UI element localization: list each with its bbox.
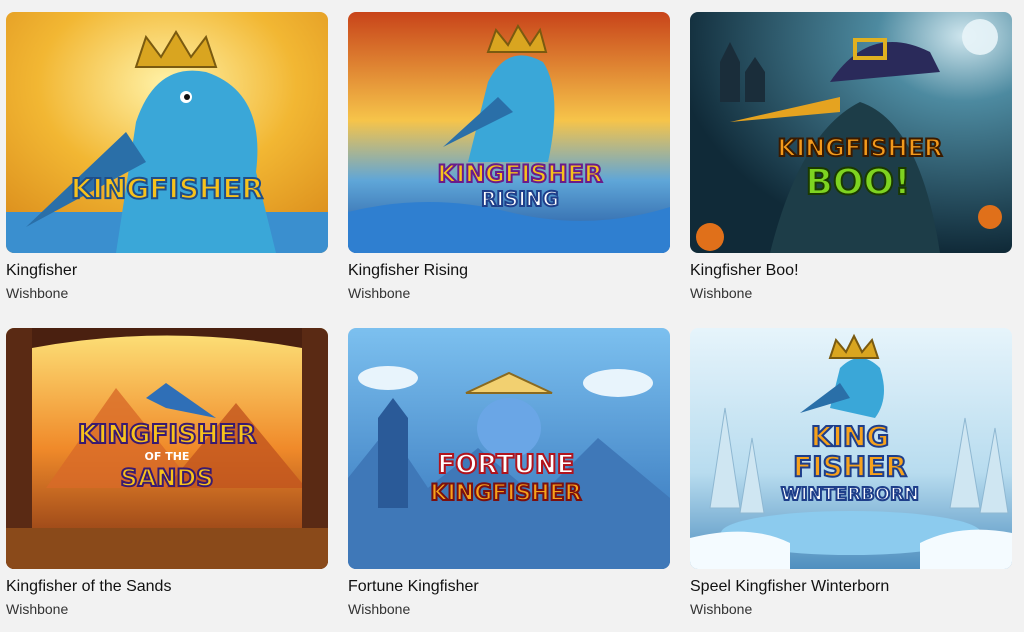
kingfisher-artwork: KINGFISHER (6, 12, 328, 253)
kingfisher-winterborn-artwork: KING FISHER WINTERBORN (690, 328, 1012, 569)
game-card[interactable]: KINGFISHER OF THE SANDS Kingfisher of th… (6, 328, 328, 617)
kingfisher-boo-artwork: KINGFISHER BOO! (690, 12, 1012, 253)
game-card[interactable]: KINGFISHER RISING Kingfisher Rising Wish… (348, 12, 670, 301)
game-provider[interactable]: Wishbone (348, 600, 410, 618)
game-logo-line: KINGFISHER (778, 134, 943, 162)
game-thumbnail[interactable]: KINGFISHER BOO! (690, 12, 1012, 253)
game-title[interactable]: Kingfisher of the Sands (6, 577, 171, 597)
game-provider[interactable]: Wishbone (690, 284, 752, 302)
game-card[interactable]: KING FISHER WINTERBORN Speel Kingfisher … (690, 328, 1012, 617)
game-provider[interactable]: Wishbone (690, 600, 752, 618)
game-logo-line: SANDS (120, 464, 213, 492)
game-logo-line: FORTUNE (437, 450, 574, 480)
game-card[interactable]: KINGFISHER BOO! Kingfisher Boo! Wishbone (690, 12, 1012, 301)
game-title[interactable]: Kingfisher (6, 261, 77, 281)
game-logo-line: OF THE (145, 450, 190, 463)
game-thumbnail[interactable]: FORTUNE KINGFISHER (348, 328, 670, 569)
game-provider[interactable]: Wishbone (6, 284, 68, 302)
game-logo-line: FISHER (793, 450, 907, 483)
game-card[interactable]: FORTUNE KINGFISHER Fortune Kingfisher Wi… (348, 328, 670, 617)
game-thumbnail[interactable]: KINGFISHER (6, 12, 328, 253)
game-provider[interactable]: Wishbone (6, 600, 68, 618)
game-title[interactable]: Fortune Kingfisher (348, 577, 479, 597)
kingfisher-rising-artwork: KINGFISHER RISING (348, 12, 670, 253)
game-logo-line: BOO! (805, 162, 910, 203)
fortune-kingfisher-artwork: FORTUNE KINGFISHER (348, 328, 670, 569)
game-logo-line: KING (811, 420, 890, 453)
game-logo-line: RISING (481, 187, 559, 211)
game-title[interactable]: Kingfisher Rising (348, 261, 468, 281)
game-thumbnail[interactable]: KINGFISHER OF THE SANDS (6, 328, 328, 569)
game-logo-line: KINGFISHER (71, 172, 263, 205)
game-thumbnail[interactable]: KING FISHER WINTERBORN (690, 328, 1012, 569)
game-logo-line: KINGFISHER (78, 420, 257, 450)
game-title[interactable]: Kingfisher Boo! (690, 261, 799, 281)
game-title[interactable]: Speel Kingfisher Winterborn (690, 577, 889, 597)
game-card[interactable]: KINGFISHER Kingfisher Wishbone (6, 12, 328, 301)
game-logo-line: KINGFISHER (438, 160, 603, 188)
game-logo-line: WINTERBORN (781, 484, 919, 505)
game-logo-line: KINGFISHER (430, 481, 581, 506)
game-thumbnail[interactable]: KINGFISHER RISING (348, 12, 670, 253)
game-grid: KINGFISHER Kingfisher Wishbone KINGFISHE… (0, 0, 1024, 632)
kingfisher-of-the-sands-artwork: KINGFISHER OF THE SANDS (6, 328, 328, 569)
game-provider[interactable]: Wishbone (348, 284, 410, 302)
